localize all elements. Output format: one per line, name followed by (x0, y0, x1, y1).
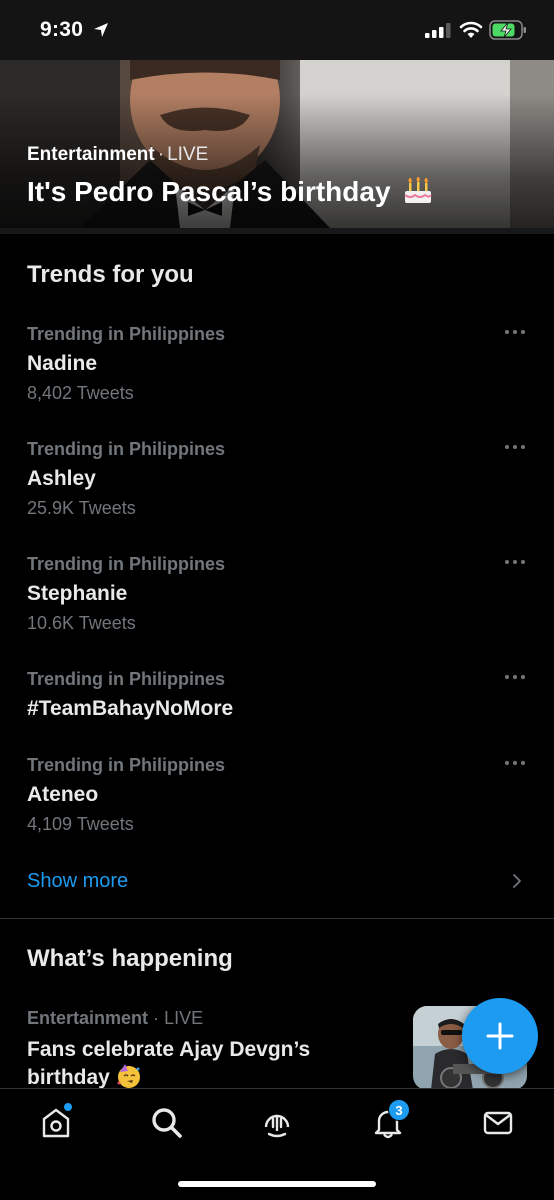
more-options-icon[interactable] (504, 758, 526, 768)
chevron-right-icon[interactable] (510, 873, 524, 889)
trend-item[interactable]: Trending in Philippines #TeamBahayNoMore (0, 669, 554, 749)
partying-face-icon (117, 1064, 140, 1088)
section-divider (0, 918, 554, 919)
trend-name: Ashley (27, 467, 96, 490)
tab-home[interactable] (38, 1102, 74, 1141)
more-options-icon[interactable] (504, 327, 526, 337)
trend-item[interactable]: Trending in Philippines Nadine 8,402 Twe… (0, 324, 554, 434)
battery-charging-icon (489, 20, 526, 40)
trend-context: Trending in Philippines (27, 439, 226, 459)
messages-icon (483, 1111, 513, 1135)
news-category: Entertainment (27, 1008, 149, 1028)
section-divider (0, 228, 554, 234)
show-more-link[interactable]: Show more (27, 870, 128, 893)
trend-item[interactable]: Trending in Philippines Ateneo 4,109 Twe… (0, 755, 554, 865)
more-options-icon[interactable] (504, 557, 526, 567)
hero-meta: Entertainment · LIVE (27, 144, 208, 166)
status-bar: 9:30 (0, 0, 554, 60)
news-live-status: LIVE (164, 1008, 204, 1028)
news-meta: Entertainment · LIVE (27, 1008, 203, 1029)
trend-item[interactable]: Trending in Philippines Ashley 25.9K Twe… (0, 439, 554, 549)
spaces-icon (264, 1114, 290, 1138)
trend-tweet-count: 4,109 Tweets (27, 814, 134, 834)
trend-tweet-count: 25.9K Tweets (27, 498, 136, 518)
tab-messages[interactable] (480, 1105, 516, 1141)
trend-context: Trending in Philippines (27, 669, 226, 689)
search-icon (152, 1108, 182, 1138)
whats-happening-heading: What’s happening (27, 945, 233, 972)
more-options-icon[interactable] (504, 672, 526, 682)
trend-name: Ateneo (27, 783, 99, 806)
status-time: 9:30 (40, 18, 84, 41)
more-options-icon[interactable] (504, 442, 526, 452)
trend-item[interactable]: Trending in Philippines Stephanie 10.6K … (0, 554, 554, 664)
tab-notifications[interactable]: 3 (370, 1099, 410, 1141)
tab-spaces[interactable] (259, 1105, 295, 1141)
trend-context: Trending in Philippines (27, 324, 226, 344)
hero-category: Entertainment (27, 144, 155, 165)
trend-name: Stephanie (27, 582, 128, 605)
hero-live-status: LIVE (167, 144, 209, 165)
plus-icon (486, 1022, 514, 1050)
trend-context: Trending in Philippines (27, 755, 226, 775)
cell-signal-icon (425, 23, 451, 38)
compose-tweet-button[interactable] (462, 998, 538, 1074)
trend-tweet-count: 8,402 Tweets (27, 383, 134, 403)
featured-event-card[interactable]: Entertainment · LIVE It's Pedro Pascal’s b… (0, 60, 554, 228)
trend-context: Trending in Philippines (27, 554, 226, 574)
home-indicator (178, 1181, 376, 1187)
hero-title-text: It's Pedro Pascal’s birthday (27, 176, 391, 207)
hero-separator: · (157, 144, 165, 165)
wifi-icon (459, 21, 483, 38)
news-separator: · (153, 1008, 160, 1028)
trend-tweet-count: 10.6K Tweets (27, 613, 136, 633)
home-new-content-dot (63, 1102, 73, 1112)
location-arrow-icon (94, 23, 108, 37)
news-item[interactable]: Fans celebrate Ajay Devgn’s birthday (27, 1036, 367, 1091)
notifications-badge: 3 (388, 1099, 410, 1121)
hero-title[interactable]: It's Pedro Pascal’s birthday (27, 174, 434, 208)
trends-heading: Trends for you (27, 261, 194, 288)
tab-search[interactable] (149, 1105, 185, 1141)
trend-name: Nadine (27, 352, 98, 375)
news-title: Fans celebrate Ajay Devgn’s birthday (27, 1038, 311, 1089)
trend-name: #TeamBahayNoMore (27, 697, 234, 720)
birthday-cake-icon (404, 177, 433, 203)
